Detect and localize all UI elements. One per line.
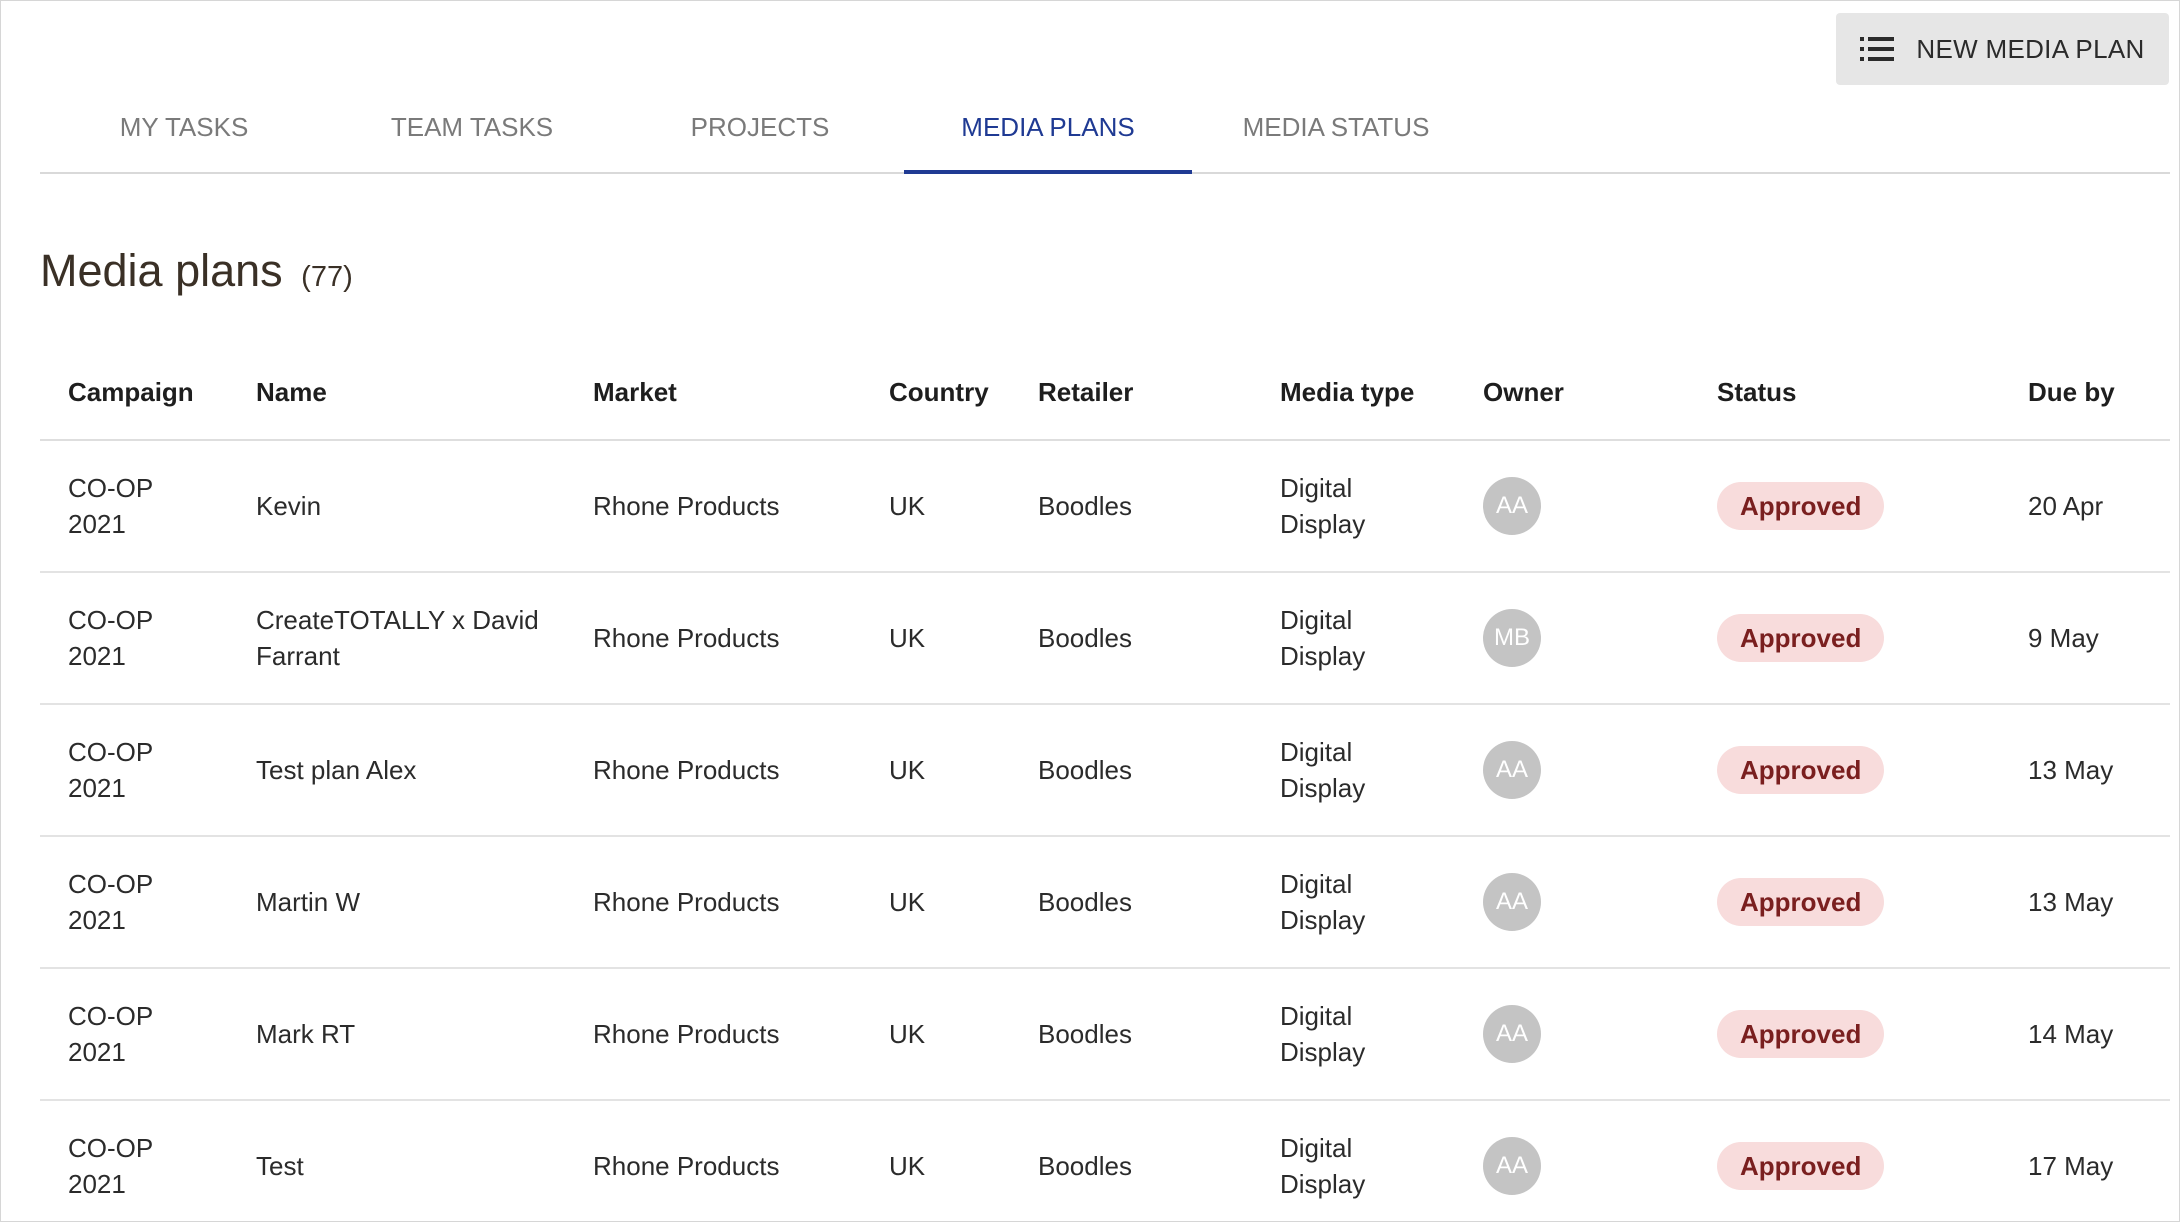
country-cell: UK bbox=[889, 440, 1038, 573]
due-by-cell: 13 May bbox=[2028, 704, 2170, 837]
campaign-cell: CO-OP 2021 bbox=[40, 440, 256, 573]
name-cell: Test bbox=[256, 1100, 593, 1221]
due-by-cell: 20 Apr bbox=[2028, 440, 2170, 573]
retailer-cell: Boodles bbox=[1038, 440, 1280, 573]
column-header-campaign[interactable]: Campaign bbox=[40, 345, 256, 441]
table-row[interactable]: CO-OP 2021 Test plan Alex Rhone Products … bbox=[40, 704, 2170, 837]
avatar[interactable]: AA bbox=[1483, 1005, 1541, 1063]
column-header-due-by[interactable]: Due by bbox=[2028, 345, 2170, 441]
tab-media-plans[interactable]: MEDIA PLANS bbox=[904, 106, 1192, 174]
column-header-market[interactable]: Market bbox=[593, 345, 889, 441]
table-row[interactable]: CO-OP 2021 Martin W Rhone Products UK Boo… bbox=[40, 836, 2170, 969]
name-cell: Test plan Alex bbox=[256, 704, 593, 837]
column-header-media-type[interactable]: Media type bbox=[1280, 345, 1483, 441]
status-cell: Approved bbox=[1717, 1100, 2028, 1221]
new-media-plan-button[interactable]: NEW MEDIA PLAN bbox=[1836, 13, 2169, 85]
status-cell: Approved bbox=[1717, 572, 2028, 705]
market-cell: Rhone Products bbox=[593, 836, 889, 969]
due-by-cell: 9 May bbox=[2028, 572, 2170, 705]
table-row[interactable]: CO-OP 2021 Kevin Rhone Products UK Boodle… bbox=[40, 440, 2170, 573]
tab-bar: MY TASKS TEAM TASKS PROJECTS MEDIA PLANS… bbox=[40, 106, 2170, 174]
app-frame: NEW MEDIA PLAN MY TASKS TEAM TASKS PROJE… bbox=[0, 0, 2180, 1222]
media-type-cell: Digital Display bbox=[1280, 440, 1483, 573]
status-cell: Approved bbox=[1717, 440, 2028, 573]
status-cell: Approved bbox=[1717, 704, 2028, 837]
avatar[interactable]: AA bbox=[1483, 741, 1541, 799]
media-type-cell: Digital Display bbox=[1280, 572, 1483, 705]
owner-cell: AA bbox=[1483, 836, 1717, 969]
country-cell: UK bbox=[889, 1100, 1038, 1221]
market-cell: Rhone Products bbox=[593, 572, 889, 705]
status-badge: Approved bbox=[1717, 878, 1885, 926]
status-badge: Approved bbox=[1717, 1010, 1885, 1058]
media-type-cell: Digital Display bbox=[1280, 968, 1483, 1101]
retailer-cell: Boodles bbox=[1038, 968, 1280, 1101]
column-header-retailer[interactable]: Retailer bbox=[1038, 345, 1280, 441]
campaign-cell: CO-OP 2021 bbox=[40, 836, 256, 969]
table-row[interactable]: CO-OP 2021 Mark RT Rhone Products UK Bood… bbox=[40, 968, 2170, 1101]
table-header-row: Campaign Name Market Country Retailer Me… bbox=[40, 345, 2170, 441]
name-cell: Martin W bbox=[256, 836, 593, 969]
country-cell: UK bbox=[889, 704, 1038, 837]
country-cell: UK bbox=[889, 572, 1038, 705]
status-cell: Approved bbox=[1717, 836, 2028, 969]
avatar[interactable]: MB bbox=[1483, 609, 1541, 667]
campaign-cell: CO-OP 2021 bbox=[40, 1100, 256, 1221]
page-title: Media plans (77) bbox=[40, 245, 353, 297]
status-cell: Approved bbox=[1717, 968, 2028, 1101]
media-type-cell: Digital Display bbox=[1280, 1100, 1483, 1221]
page-title-text: Media plans bbox=[40, 245, 283, 296]
column-header-owner[interactable]: Owner bbox=[1483, 345, 1717, 441]
table-row[interactable]: CO-OP 2021 CreateTOTALLY x David Farrant … bbox=[40, 572, 2170, 705]
retailer-cell: Boodles bbox=[1038, 836, 1280, 969]
market-cell: Rhone Products bbox=[593, 704, 889, 837]
media-type-cell: Digital Display bbox=[1280, 704, 1483, 837]
campaign-cell: CO-OP 2021 bbox=[40, 704, 256, 837]
list-icon bbox=[1860, 36, 1895, 62]
tab-my-tasks[interactable]: MY TASKS bbox=[40, 106, 328, 172]
campaign-cell: CO-OP 2021 bbox=[40, 968, 256, 1101]
media-plans-table: Campaign Name Market Country Retailer Me… bbox=[40, 345, 2170, 1221]
market-cell: Rhone Products bbox=[593, 1100, 889, 1221]
avatar[interactable]: AA bbox=[1483, 1137, 1541, 1195]
plan-count: (77) bbox=[301, 261, 353, 293]
campaign-cell: CO-OP 2021 bbox=[40, 572, 256, 705]
column-header-status[interactable]: Status bbox=[1717, 345, 2028, 441]
due-by-cell: 14 May bbox=[2028, 968, 2170, 1101]
media-type-cell: Digital Display bbox=[1280, 836, 1483, 969]
owner-cell: AA bbox=[1483, 1100, 1717, 1221]
tab-team-tasks[interactable]: TEAM TASKS bbox=[328, 106, 616, 172]
due-by-cell: 13 May bbox=[2028, 836, 2170, 969]
tab-projects[interactable]: PROJECTS bbox=[616, 106, 904, 172]
column-header-country[interactable]: Country bbox=[889, 345, 1038, 441]
name-cell: Mark RT bbox=[256, 968, 593, 1101]
name-cell: CreateTOTALLY x David Farrant bbox=[256, 572, 593, 705]
name-cell: Kevin bbox=[256, 440, 593, 573]
country-cell: UK bbox=[889, 836, 1038, 969]
retailer-cell: Boodles bbox=[1038, 572, 1280, 705]
new-media-plan-label: NEW MEDIA PLAN bbox=[1916, 33, 2145, 64]
status-badge: Approved bbox=[1717, 1142, 1885, 1190]
table-row[interactable]: CO-OP 2021 Test Rhone Products UK Boodles… bbox=[40, 1100, 2170, 1221]
status-badge: Approved bbox=[1717, 614, 1885, 662]
owner-cell: AA bbox=[1483, 440, 1717, 573]
market-cell: Rhone Products bbox=[593, 968, 889, 1101]
owner-cell: MB bbox=[1483, 572, 1717, 705]
column-header-name[interactable]: Name bbox=[256, 345, 593, 441]
retailer-cell: Boodles bbox=[1038, 704, 1280, 837]
status-badge: Approved bbox=[1717, 746, 1885, 794]
status-badge: Approved bbox=[1717, 482, 1885, 530]
owner-cell: AA bbox=[1483, 704, 1717, 837]
owner-cell: AA bbox=[1483, 968, 1717, 1101]
country-cell: UK bbox=[889, 968, 1038, 1101]
due-by-cell: 17 May bbox=[2028, 1100, 2170, 1221]
market-cell: Rhone Products bbox=[593, 440, 889, 573]
avatar[interactable]: AA bbox=[1483, 477, 1541, 535]
avatar[interactable]: AA bbox=[1483, 873, 1541, 931]
tab-media-status[interactable]: MEDIA STATUS bbox=[1192, 106, 1480, 172]
retailer-cell: Boodles bbox=[1038, 1100, 1280, 1221]
